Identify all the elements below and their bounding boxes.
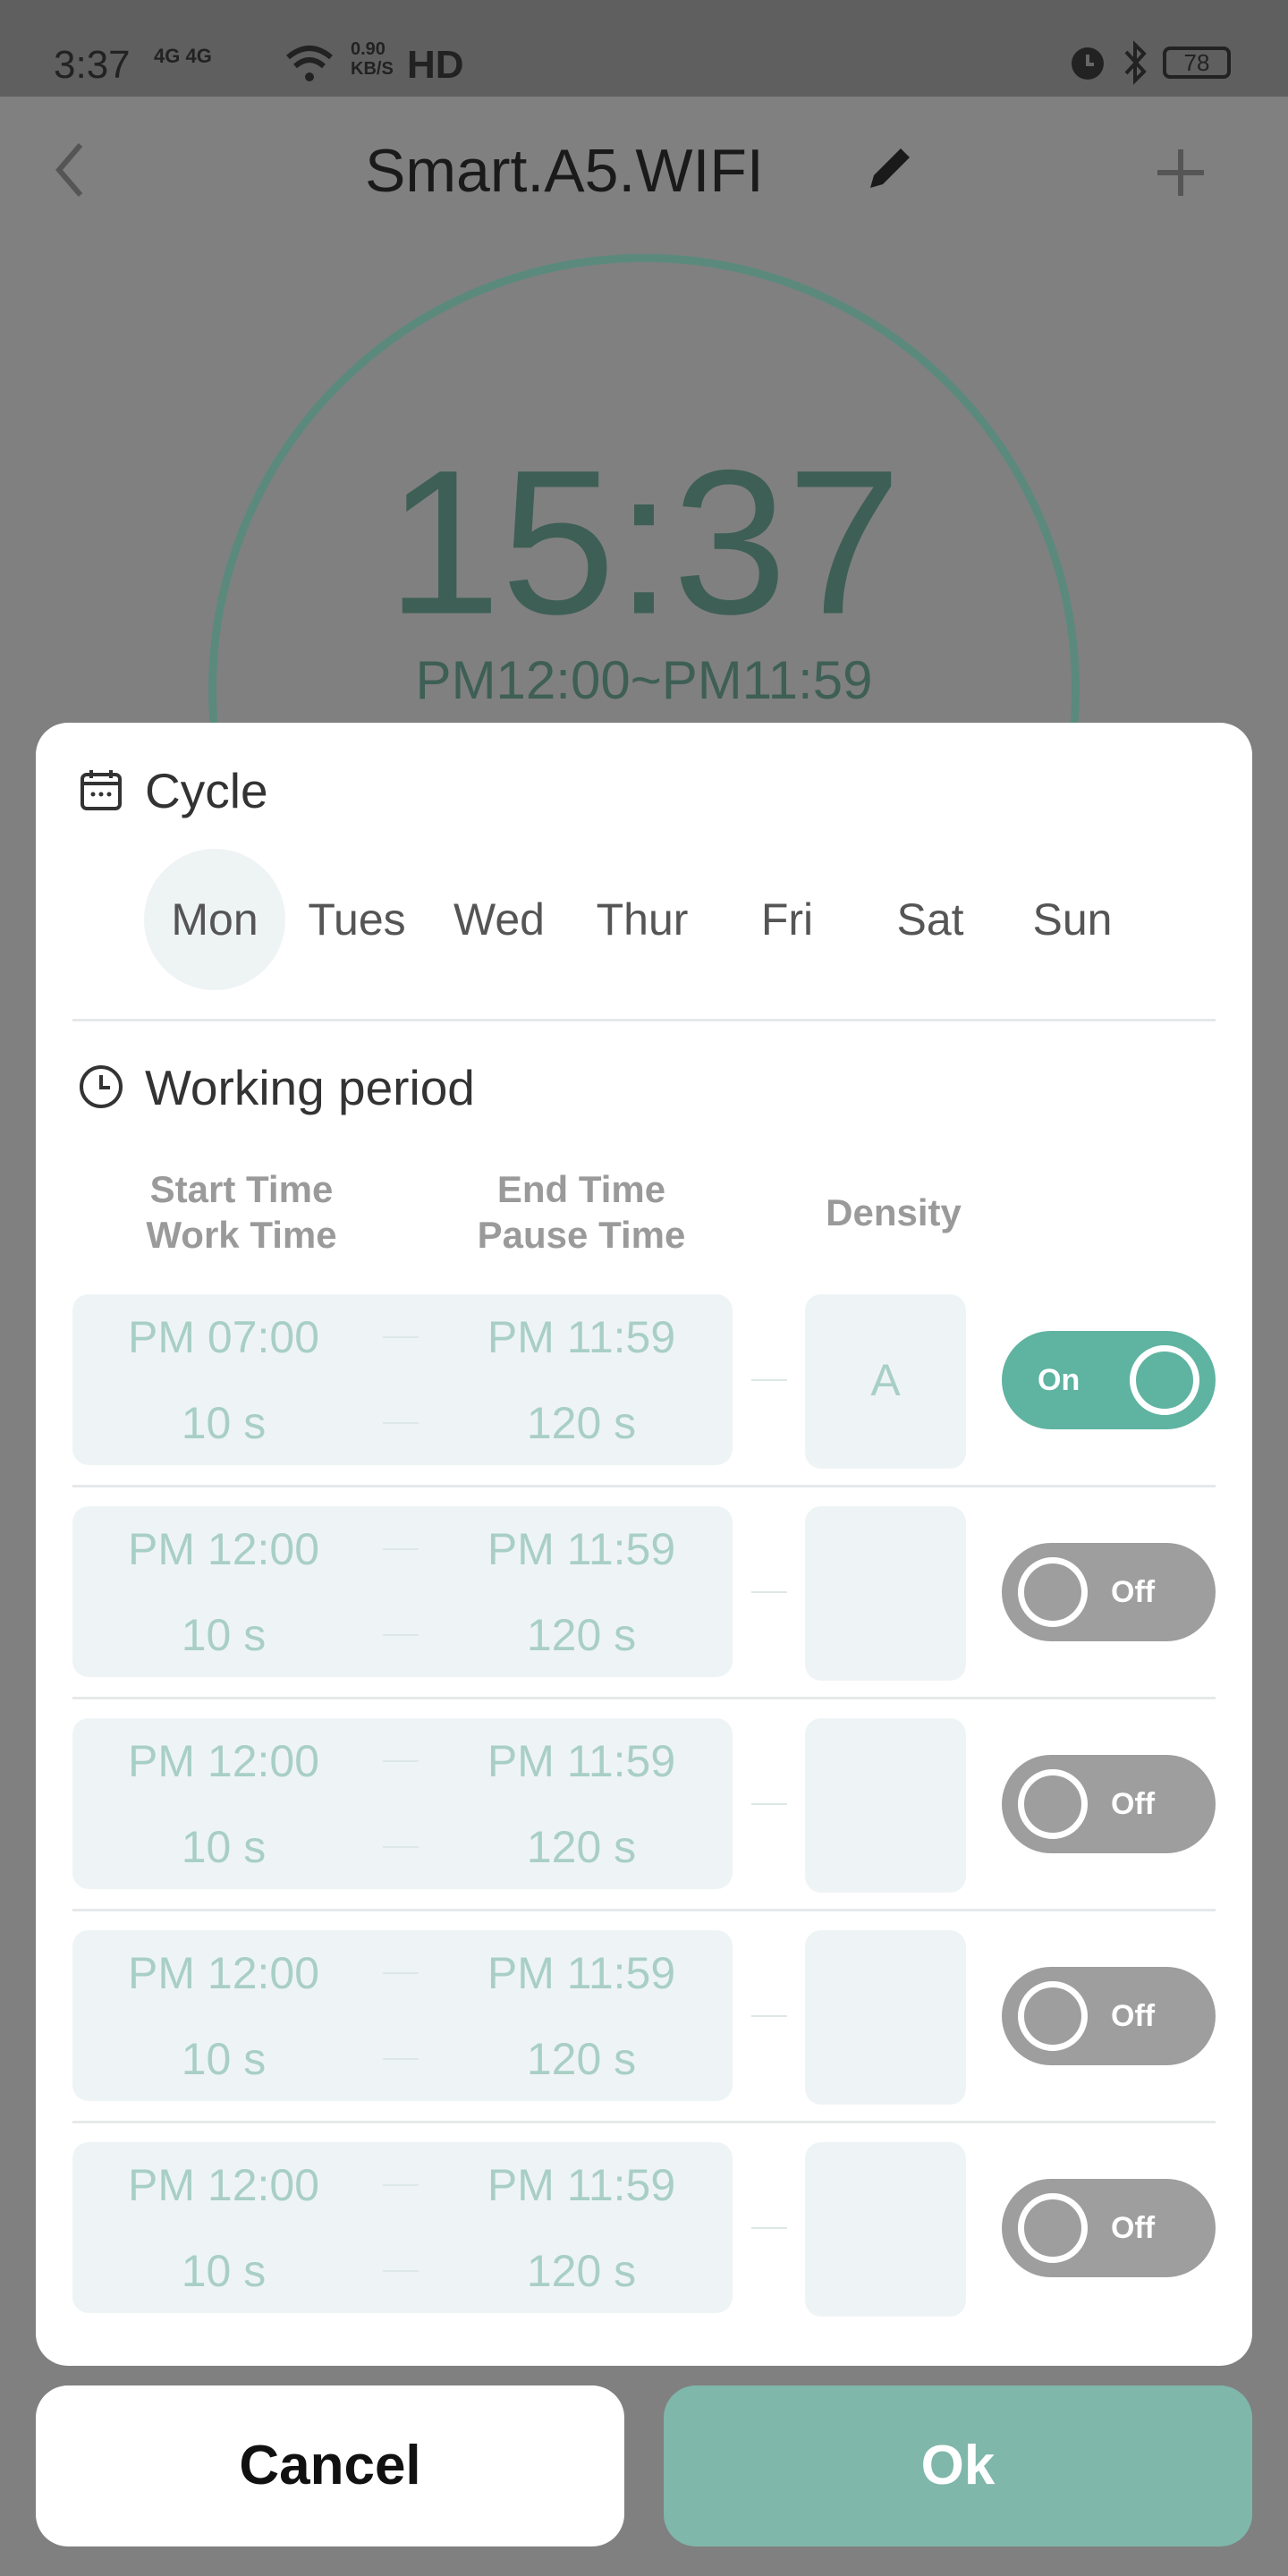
calendar-icon bbox=[80, 770, 122, 810]
hd-indicator: HD bbox=[407, 43, 464, 87]
row-divider bbox=[72, 1485, 1216, 1487]
dash bbox=[751, 2227, 787, 2229]
day-mon[interactable]: Mon bbox=[144, 849, 285, 990]
dash bbox=[383, 1548, 419, 1550]
end-time[interactable]: PM 11:59 bbox=[487, 1523, 675, 1575]
toggle-label: Off bbox=[1111, 2211, 1156, 2245]
row-toggle[interactable]: On bbox=[1002, 1331, 1216, 1429]
pencil-icon[interactable] bbox=[863, 141, 917, 195]
pause-time[interactable]: 120 s bbox=[527, 1397, 636, 1449]
density-box[interactable] bbox=[805, 1930, 966, 2105]
divider bbox=[72, 1019, 1216, 1021]
dash bbox=[383, 1336, 419, 1338]
row-toggle[interactable]: Off bbox=[1002, 2179, 1216, 2277]
pause-time[interactable]: 120 s bbox=[527, 1821, 636, 1873]
ok-button[interactable]: Ok bbox=[664, 2385, 1252, 2546]
dash bbox=[383, 1972, 419, 1974]
status-bar: 3:37 4G 4G 0.90 KB/S HD 78 bbox=[0, 0, 1288, 97]
start-time[interactable]: PM 12:00 bbox=[128, 1523, 319, 1575]
header-density: Density bbox=[826, 1191, 962, 1233]
toggle-label: On bbox=[1038, 1363, 1080, 1397]
density-box[interactable] bbox=[805, 1718, 966, 1893]
app-header: Smart.A5.WIFI 15:37 PM12:00~PM11:59 bbox=[0, 97, 1288, 1125]
dash bbox=[751, 2015, 787, 2017]
chevron-left-icon[interactable] bbox=[52, 141, 88, 199]
wifi-icon bbox=[286, 46, 333, 81]
dash bbox=[751, 1803, 787, 1805]
day-thur[interactable]: Thur bbox=[572, 849, 713, 990]
end-time[interactable]: PM 11:59 bbox=[487, 1735, 675, 1787]
row-toggle[interactable]: Off bbox=[1002, 1755, 1216, 1853]
bluetooth-icon bbox=[1124, 40, 1147, 85]
cancel-button[interactable]: Cancel bbox=[36, 2385, 624, 2546]
header-start-work: Start Time Work Time bbox=[146, 1168, 337, 1256]
row-toggle[interactable]: Off bbox=[1002, 1543, 1216, 1641]
toggle-knob bbox=[1130, 1345, 1199, 1415]
alarm-icon bbox=[1072, 47, 1104, 80]
row-divider bbox=[72, 1909, 1216, 1911]
day-tues[interactable]: Tues bbox=[286, 849, 428, 990]
day-wed[interactable]: Wed bbox=[428, 849, 570, 990]
clock-icon bbox=[80, 1065, 123, 1108]
net-speed: 0.90 KB/S bbox=[351, 39, 394, 79]
dash bbox=[383, 1846, 419, 1848]
dash bbox=[383, 1760, 419, 1762]
cycle-title: Cycle bbox=[145, 763, 268, 818]
dash bbox=[383, 2184, 419, 2186]
working-period-title: Working period bbox=[145, 1060, 475, 1115]
clock-range: PM12:00~PM11:59 bbox=[415, 650, 873, 710]
network-indicator: 4G 4G bbox=[154, 45, 212, 67]
row-toggle[interactable]: Off bbox=[1002, 1967, 1216, 2065]
dash bbox=[383, 2058, 419, 2060]
toggle-knob bbox=[1018, 1557, 1088, 1627]
plus-icon[interactable] bbox=[1154, 146, 1208, 199]
dash bbox=[383, 2270, 419, 2272]
day-fri[interactable]: Fri bbox=[716, 849, 858, 990]
end-time[interactable]: PM 11:59 bbox=[487, 1947, 675, 1999]
day-sun[interactable]: Sun bbox=[1002, 849, 1143, 990]
toggle-label: Off bbox=[1111, 1575, 1156, 1609]
density-value: A bbox=[870, 1355, 901, 1405]
dash bbox=[751, 1591, 787, 1593]
work-time[interactable]: 10 s bbox=[182, 1397, 267, 1449]
dash bbox=[751, 1379, 787, 1381]
dash bbox=[383, 1634, 419, 1636]
status-time: 3:37 bbox=[54, 43, 131, 87]
pause-time[interactable]: 120 s bbox=[527, 2245, 636, 2297]
start-time[interactable]: PM 07:00 bbox=[128, 1311, 319, 1363]
work-time[interactable]: 10 s bbox=[182, 2245, 267, 2297]
density-box[interactable] bbox=[805, 1506, 966, 1681]
end-time[interactable]: PM 11:59 bbox=[487, 1311, 675, 1363]
page-title: Smart.A5.WIFI bbox=[365, 137, 764, 205]
schedule-dialog: Cycle Mon Tues Wed Thur Fri Sat Sun Working pe… bbox=[36, 723, 1252, 2366]
work-time[interactable]: 10 s bbox=[182, 1609, 267, 1661]
dash bbox=[383, 1422, 419, 1424]
toggle-knob bbox=[1018, 1981, 1088, 2051]
toggle-label: Off bbox=[1111, 1999, 1156, 2033]
header-end-pause: End Time Pause Time bbox=[477, 1168, 686, 1256]
row-divider bbox=[72, 1697, 1216, 1699]
row-divider bbox=[72, 2121, 1216, 2123]
density-box[interactable] bbox=[805, 2142, 966, 2317]
start-time[interactable]: PM 12:00 bbox=[128, 1947, 319, 1999]
start-time[interactable]: PM 12:00 bbox=[128, 2159, 319, 2211]
pause-time[interactable]: 120 s bbox=[527, 1609, 636, 1661]
work-time[interactable]: 10 s bbox=[182, 2033, 267, 2085]
work-time[interactable]: 10 s bbox=[182, 1821, 267, 1873]
end-time[interactable]: PM 11:59 bbox=[487, 2159, 675, 2211]
start-time[interactable]: PM 12:00 bbox=[128, 1735, 319, 1787]
toggle-knob bbox=[1018, 1769, 1088, 1839]
toggle-knob bbox=[1018, 2193, 1088, 2263]
battery-indicator: 78 bbox=[1163, 47, 1231, 79]
day-sat[interactable]: Sat bbox=[860, 849, 1001, 990]
clock-time: 15:37 bbox=[386, 427, 902, 657]
toggle-label: Off bbox=[1111, 1787, 1156, 1821]
pause-time[interactable]: 120 s bbox=[527, 2033, 636, 2085]
